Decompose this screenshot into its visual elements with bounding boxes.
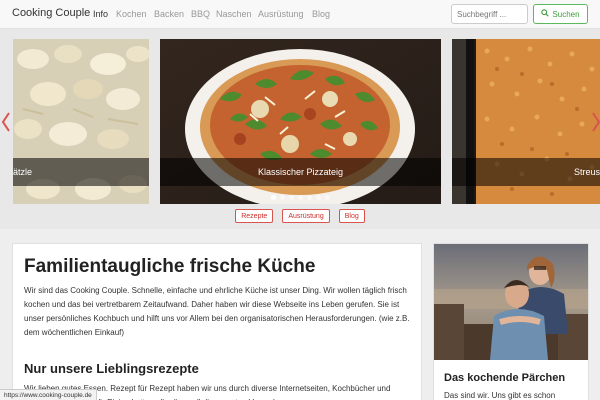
nav-item-backen[interactable]: Backen xyxy=(154,9,184,19)
recipe-carousel: ätzle Klassischer Pizzateig Streus Rezep… xyxy=(0,29,600,229)
status-url: https://www.cooking-couple.de xyxy=(0,389,97,400)
page: Cooking Couple Info Kochen Backen BBQ Na… xyxy=(0,0,600,400)
carousel-caption: Streus xyxy=(452,158,600,186)
carousel-slide-spaetzle[interactable]: ätzle xyxy=(13,39,149,204)
search-input[interactable] xyxy=(451,4,528,24)
intro-text: Wir sind das Cooking Couple. Schnelle, e… xyxy=(24,286,410,337)
quick-link-ausruestung[interactable]: Ausrüstung xyxy=(282,209,330,223)
navbar: Cooking Couple Info Kochen Backen BBQ Na… xyxy=(0,0,600,29)
quick-link-rezepte[interactable]: Rezepte xyxy=(235,209,274,223)
carousel-dot[interactable] xyxy=(298,195,303,200)
carousel-next-button[interactable] xyxy=(590,111,600,133)
about-title: Das kochende Pärchen xyxy=(444,372,566,384)
section-title: Nur unsere Lieblingsrezepte xyxy=(24,361,199,376)
page-title: Familientaugliche frische Küche xyxy=(24,256,316,277)
carousel-dot[interactable] xyxy=(307,195,312,200)
chevron-left-icon xyxy=(1,112,10,132)
nav-item-bbq[interactable]: BBQ xyxy=(191,9,210,19)
carousel-dot[interactable] xyxy=(325,195,330,200)
search-button[interactable]: Suchen xyxy=(533,4,588,24)
search-button-label: Suchen xyxy=(552,9,580,19)
carousel-slide-streusel[interactable]: Streus xyxy=(452,39,600,204)
quick-links: Rezepte Ausrüstung Blog xyxy=(0,209,600,223)
carousel-dot[interactable] xyxy=(271,195,276,200)
carousel-indicators xyxy=(160,195,441,200)
carousel-dot[interactable] xyxy=(289,195,294,200)
nav-item-ausruestung[interactable]: Ausrüstung xyxy=(258,9,304,19)
carousel-caption: ätzle xyxy=(13,158,149,186)
about-text: Das sind wir. Uns gibt es schon xyxy=(444,391,556,400)
nav-item-info[interactable]: Info xyxy=(93,9,108,19)
intro-card: Familientaugliche frische Küche Wir sind… xyxy=(12,243,422,400)
nav-item-naschen[interactable]: Naschen xyxy=(216,9,252,19)
carousel-dot[interactable] xyxy=(280,195,285,200)
carousel-dot[interactable] xyxy=(316,195,321,200)
carousel-prev-button[interactable] xyxy=(0,111,12,133)
nav-item-kochen[interactable]: Kochen xyxy=(116,9,147,19)
about-card: Das kochende Pärchen Das sind wir. Uns g… xyxy=(433,243,589,400)
couple-photo xyxy=(434,244,588,360)
chevron-right-icon xyxy=(592,112,600,132)
nav-item-blog[interactable]: Blog xyxy=(312,9,330,19)
brand-link[interactable]: Cooking Couple xyxy=(12,7,90,19)
search-icon xyxy=(541,9,550,19)
carousel-slide-pizzateig[interactable]: Klassischer Pizzateig xyxy=(160,39,441,204)
carousel-caption: Klassischer Pizzateig xyxy=(160,158,441,186)
quick-link-blog[interactable]: Blog xyxy=(338,209,365,223)
